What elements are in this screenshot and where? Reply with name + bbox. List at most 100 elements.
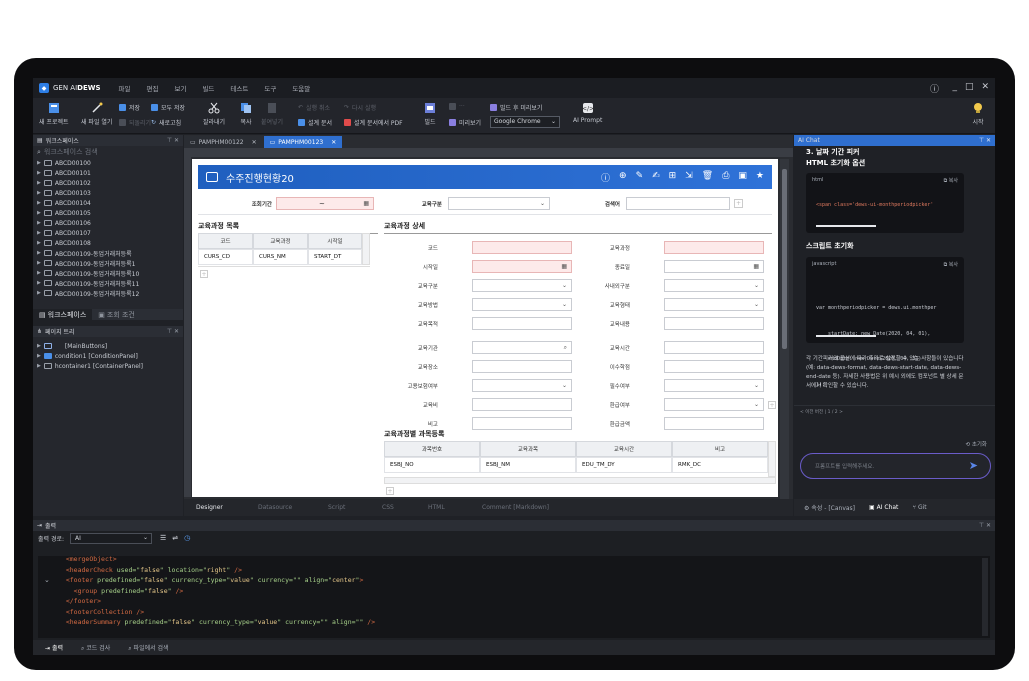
- run-button[interactable]: ···: [449, 103, 465, 110]
- edit-icon[interactable]: ✍: [652, 171, 660, 184]
- design-doc-pdf-button[interactable]: 설계 문서에서 PDF: [344, 118, 403, 127]
- tab-css[interactable]: CSS: [382, 504, 394, 511]
- detail-field[interactable]: [664, 241, 764, 254]
- tab-output[interactable]: ⇥ 출력: [45, 643, 63, 652]
- detail-field[interactable]: ⌄: [664, 398, 764, 411]
- preview-button[interactable]: 미리보기: [449, 118, 481, 127]
- add-field-icon[interactable]: +: [768, 401, 776, 409]
- save-all-button[interactable]: 모두 저장: [151, 103, 185, 112]
- tree-item[interactable]: ▶ ABCD00101: [33, 168, 183, 178]
- cut-button[interactable]: 잘라내기: [203, 102, 225, 126]
- list-header-code[interactable]: 코드: [198, 233, 253, 249]
- list-cell[interactable]: CURS_NM: [253, 249, 308, 265]
- subject-cell[interactable]: ESBJ_NM: [480, 457, 576, 473]
- undo-button[interactable]: ↶ 실행 취소: [298, 103, 330, 112]
- ai-prompt-button[interactable]: </> AI Prompt: [573, 102, 602, 124]
- chat-version-nav[interactable]: < 이전 버전 | 1 / 2 >: [800, 409, 843, 415]
- subject-cell[interactable]: RMK_DC: [672, 457, 768, 473]
- canvas-scroll-thumb[interactable]: [782, 169, 787, 349]
- output-scrollbar[interactable]: [982, 558, 988, 636]
- clear-output-icon[interactable]: ☰: [160, 534, 166, 542]
- tree-item[interactable]: ▶ ABCD00102: [33, 178, 183, 188]
- detail-field[interactable]: ⌕: [472, 341, 572, 354]
- tab-pamphm00122[interactable]: ▭ PAMPHM00122 ✕: [184, 136, 263, 148]
- add-condition-icon[interactable]: +: [734, 199, 743, 208]
- page-tree-item[interactable]: ▶ [MainButtons]: [33, 341, 183, 351]
- send-icon[interactable]: ➤: [969, 459, 978, 472]
- add-subject-icon[interactable]: +: [386, 487, 394, 495]
- trash-icon[interactable]: 🗑: [702, 171, 713, 184]
- detail-field[interactable]: [472, 241, 572, 254]
- tree-item[interactable]: ▶ ABCD00109-동업거래처등록11: [33, 278, 183, 288]
- tab-code-check[interactable]: ⌕ 코드 검사: [81, 643, 110, 653]
- wrap-icon[interactable]: ⇌: [172, 534, 178, 542]
- reset-button[interactable]: ⟲ 초기화: [965, 440, 987, 448]
- design-doc-button[interactable]: 설계 문서: [298, 118, 332, 127]
- collapse-icon[interactable]: ⌄: [44, 576, 50, 584]
- copy-button[interactable]: ⧉ 복사: [944, 177, 958, 184]
- add-icon[interactable]: ⊞: [669, 171, 677, 184]
- detail-field[interactable]: ⌄: [472, 279, 572, 292]
- tab-html[interactable]: HTML: [428, 504, 445, 511]
- redo-button[interactable]: ↷ 다시 실행: [344, 103, 376, 112]
- tab-script[interactable]: Script: [328, 504, 345, 511]
- save-icon[interactable]: ▣: [738, 171, 747, 184]
- detail-field[interactable]: ⌄: [664, 379, 764, 392]
- subject-hscrollbar[interactable]: [384, 477, 776, 484]
- tab-find-in-files[interactable]: ⌕ 파일에서 검색: [128, 643, 168, 653]
- new-project-button[interactable]: 새 프로젝트: [39, 102, 69, 126]
- tab-properties[interactable]: ⚙ 속성 - [Canvas]: [804, 503, 855, 512]
- tab-workspace[interactable]: ▤ 워크스페이스: [33, 309, 93, 320]
- close-icon[interactable]: ✕: [331, 139, 336, 146]
- menu-file[interactable]: 파일: [119, 83, 131, 93]
- tree-item[interactable]: ▶ ABCD00109-동업거래처등록1: [33, 258, 183, 268]
- detail-field[interactable]: [472, 398, 572, 411]
- menu-tools[interactable]: 도구: [264, 83, 276, 93]
- menu-build[interactable]: 빌드: [202, 83, 214, 93]
- revert-button[interactable]: 되돌리기: [119, 118, 151, 127]
- pin-icon[interactable]: ⊤ ✕: [979, 137, 991, 144]
- workspace-search-input[interactable]: 워크스페이스 검색: [44, 147, 98, 157]
- detail-field[interactable]: ▦: [664, 260, 764, 273]
- close-icon[interactable]: ✕: [981, 82, 989, 92]
- chat-input[interactable]: 프롬프트를 입력해주세요. ➤: [800, 453, 991, 479]
- tree-item[interactable]: ▶ ABCD00105: [33, 208, 183, 218]
- detail-field[interactable]: [664, 317, 764, 330]
- start-button[interactable]: 시작: [971, 102, 985, 126]
- list-header-course[interactable]: 교육과정: [253, 233, 308, 249]
- copy-button[interactable]: 복사: [239, 102, 253, 126]
- export-icon[interactable]: ⇲: [685, 171, 693, 184]
- subject-header[interactable]: 교육과목: [480, 441, 576, 457]
- list-cell[interactable]: START_DT: [308, 249, 362, 265]
- subject-cell[interactable]: EDU_TM_DY: [576, 457, 672, 473]
- tab-datasource[interactable]: Datasource: [258, 504, 292, 511]
- tree-item[interactable]: ▶ ABCD00107: [33, 228, 183, 238]
- canvas-scrollbar[interactable]: [780, 159, 789, 499]
- design-canvas[interactable]: 수주진행현황20 ⓘ ⊕ ✎ ✍ ⊞ ⇲ 🗑 ⎙ ▣ ★ 조회기간 ~ ▦ 교육…: [192, 159, 778, 497]
- edu-type-select[interactable]: ⌄: [448, 197, 550, 210]
- paste-button[interactable]: 붙여넣기: [261, 102, 283, 126]
- subject-cell[interactable]: ESBJ_NO: [384, 457, 480, 473]
- tree-item[interactable]: ▶ ABCD00104: [33, 198, 183, 208]
- output-console[interactable]: ⌄ <mergeObject> <headerCheck used="false…: [38, 555, 990, 638]
- detail-field[interactable]: [472, 360, 572, 373]
- tab-comment-markdown[interactable]: Comment [Markdown]: [482, 504, 549, 511]
- detail-field[interactable]: ⌄: [472, 379, 572, 392]
- refresh-button[interactable]: ↻ 새로고침: [151, 118, 181, 127]
- subject-scrollbar[interactable]: [768, 441, 776, 477]
- print-icon[interactable]: ⎙: [722, 171, 729, 184]
- build-preview-button[interactable]: 빌드 후 미리보기: [490, 103, 542, 112]
- page-tree-item[interactable]: ▶ hcontainer1 [ContainerPanel]: [33, 361, 183, 371]
- menu-edit[interactable]: 편집: [147, 83, 159, 93]
- output-source-select[interactable]: AI ⌄: [70, 532, 153, 544]
- pin-icon[interactable]: ⊤ ✕: [979, 522, 991, 529]
- copy-button[interactable]: ⧉ 복사: [944, 261, 958, 268]
- subject-header[interactable]: 교육시간: [576, 441, 672, 457]
- tab-git[interactable]: ⑂ Git: [912, 504, 926, 511]
- page-tree-item[interactable]: ▶ condition1 [ConditionPanel]: [33, 351, 183, 361]
- tab-search-condition[interactable]: ▣ 조회 조건: [92, 310, 141, 320]
- tree-item[interactable]: ▶ ABCD00109-동업거래처등록12: [33, 288, 183, 298]
- pen-icon[interactable]: ✎: [636, 171, 644, 184]
- tab-pamphm00123[interactable]: ▭ PAMPHM00123 ✕: [263, 136, 343, 148]
- maximize-icon[interactable]: □: [965, 82, 974, 92]
